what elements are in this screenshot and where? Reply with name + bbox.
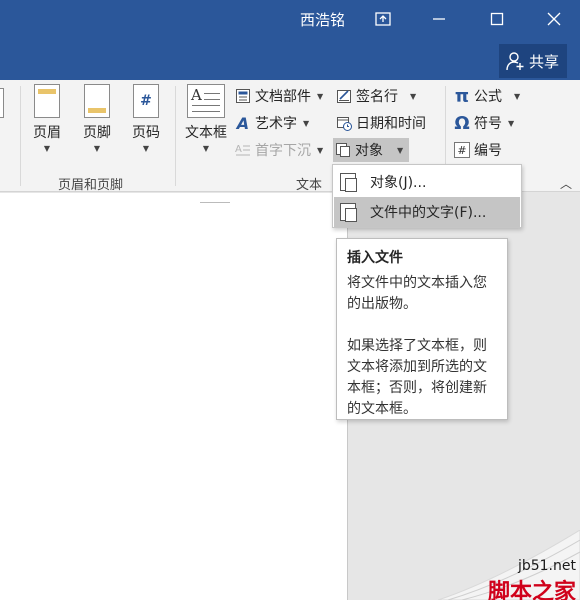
tooltip: 插入文件 将文件中的文本插入您的出版物。 如果选择了文本框，则文本将添加到所选的…: [336, 238, 508, 420]
object-label: 对象: [355, 143, 383, 159]
tooltip-body: 将文件中的文本插入您的出版物。 如果选择了文本框，则文本将添加到所选的文本框；否…: [347, 273, 497, 420]
page-number-label: 页码: [132, 125, 160, 141]
chevron-down-icon: ▼: [508, 118, 515, 128]
equation-label: 公式: [474, 89, 502, 105]
quick-parts-button[interactable]: 文档部件 ▼: [235, 85, 323, 107]
chevron-down-icon: ▼: [514, 91, 521, 101]
page-number-button[interactable]: # 页码 ▼: [123, 84, 169, 164]
menu-item-object[interactable]: 对象(J)...: [334, 167, 520, 197]
watermark: jb51.net 脚本之家: [438, 530, 580, 600]
title-bar: 西浩铭 共享: [0, 0, 580, 80]
page-number-icon: #: [133, 84, 159, 118]
header-icon: [34, 84, 60, 118]
minimize-icon[interactable]: [424, 4, 454, 34]
chevron-down-icon: ▼: [317, 91, 324, 101]
tooltip-title: 插入文件: [347, 250, 403, 266]
cut-off-button-icon: [0, 88, 4, 118]
numbering-button[interactable]: # 编号: [454, 139, 502, 161]
collapse-ribbon-icon[interactable]: ︿: [560, 175, 572, 192]
object-icon: [335, 142, 351, 158]
margin-marker: [200, 193, 230, 203]
share-user-icon: [506, 52, 524, 71]
header-button[interactable]: 页眉 ▼: [24, 84, 70, 164]
ribbon-display-options-icon[interactable]: [368, 4, 398, 34]
wordart-icon: A: [236, 113, 250, 133]
chevron-down-icon: ▼: [397, 145, 404, 155]
watermark-url: jb51.net: [517, 558, 576, 574]
signature-line-label: 签名行: [356, 89, 398, 105]
share-button[interactable]: 共享: [499, 44, 567, 78]
dropcap-button[interactable]: A 首字下沉 ▼: [235, 139, 323, 161]
group-separator: [20, 86, 21, 186]
user-name[interactable]: 西浩铭: [300, 9, 345, 30]
tooltip-paragraph: 将文件中的文本插入您的出版物。: [347, 275, 487, 312]
chevron-down-icon: ▼: [142, 144, 150, 153]
quick-parts-icon: [235, 88, 251, 104]
textbox-label: 文本框: [185, 125, 227, 141]
equation-button[interactable]: π 公式 ▼: [454, 85, 520, 107]
date-time-button[interactable]: 日期和时间: [336, 112, 426, 134]
svg-text:A: A: [235, 144, 242, 155]
maximize-icon[interactable]: [482, 4, 512, 34]
dropcap-icon: A: [235, 142, 251, 158]
object-icon: [340, 173, 357, 192]
wordart-button[interactable]: A 艺术字 ▼: [235, 112, 309, 134]
footer-icon: [84, 84, 110, 118]
chevron-down-icon: ▼: [410, 91, 417, 101]
menu-item-label: 对象(J)...: [370, 175, 427, 191]
quick-parts-label: 文档部件: [255, 89, 311, 105]
date-time-label: 日期和时间: [356, 116, 426, 132]
document-page[interactable]: [0, 193, 348, 600]
menu-item-label: 文件中的文字(F)...: [370, 205, 487, 221]
textbox-icon: A: [187, 84, 225, 118]
pi-icon: π: [454, 85, 470, 107]
symbol-label: 符号: [474, 116, 502, 132]
dropcap-label: 首字下沉: [255, 143, 311, 159]
wordart-label: 艺术字: [255, 116, 297, 132]
menu-item-text-from-file[interactable]: 文件中的文字(F)...: [334, 197, 520, 227]
text-file-icon: [340, 203, 357, 222]
omega-icon: Ω: [454, 112, 470, 134]
hash-box-icon: #: [454, 142, 470, 158]
numbering-label: 编号: [474, 143, 502, 159]
textbox-button[interactable]: A 文本框 ▼: [180, 84, 232, 164]
share-label: 共享: [529, 52, 560, 71]
group-label-header-footer: 页眉和页脚: [58, 178, 124, 193]
footer-button[interactable]: 页脚 ▼: [74, 84, 120, 164]
chevron-down-icon: ▼: [303, 118, 310, 128]
chevron-down-icon: ▼: [202, 144, 210, 153]
signature-icon: [336, 88, 352, 104]
chevron-down-icon: ▼: [93, 144, 101, 153]
signature-line-button[interactable]: 签名行 ▼: [336, 85, 416, 107]
footer-label: 页脚: [83, 125, 111, 141]
tooltip-paragraph: 如果选择了文本框，则文本将添加到所选的文本框；否则，将创建新的文本框。: [347, 338, 487, 417]
object-button[interactable]: 对象 ▼: [333, 138, 410, 162]
calendar-clock-icon: [336, 115, 352, 131]
watermark-text: 脚本之家: [487, 580, 576, 600]
header-label: 页眉: [33, 125, 61, 141]
close-icon[interactable]: [539, 4, 569, 34]
chevron-down-icon: ▼: [43, 144, 51, 153]
symbol-button[interactable]: Ω 符号 ▼: [454, 112, 514, 134]
group-label-text: 文本: [296, 178, 323, 193]
object-dropdown-menu: 对象(J)... 文件中的文字(F)...: [332, 164, 522, 228]
group-separator: [175, 86, 176, 186]
chevron-down-icon: ▼: [317, 145, 324, 155]
